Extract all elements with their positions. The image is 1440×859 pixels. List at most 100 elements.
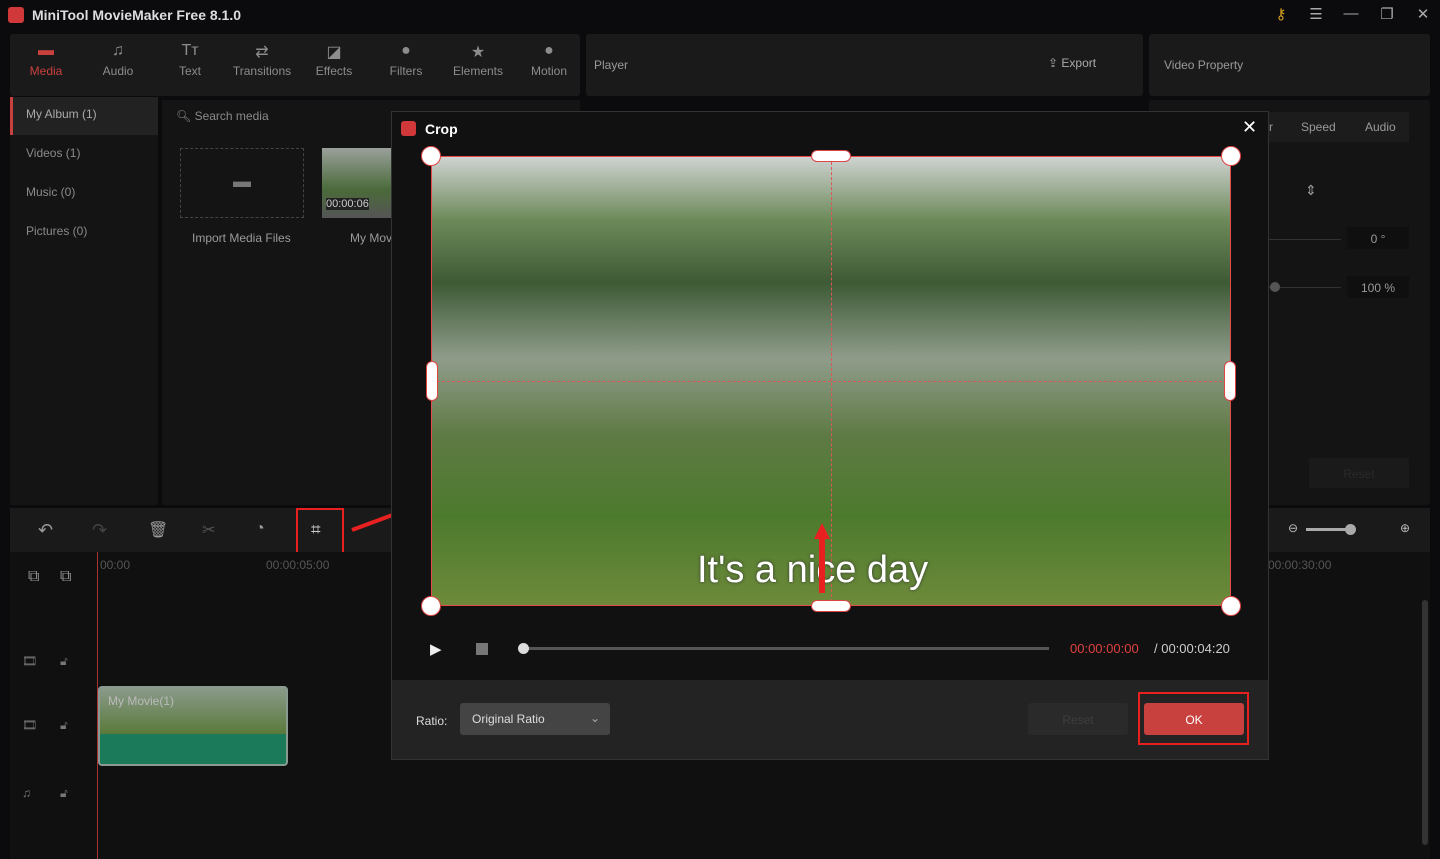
timeline-scrollbar[interactable] (1422, 600, 1428, 845)
video-track-icon: 🎞︎ (22, 718, 38, 732)
ratio-select[interactable]: Original Ratio ⌄ (460, 703, 610, 735)
minimize-icon[interactable]: — (1340, 5, 1362, 22)
menu-icon[interactable]: ☰ (1305, 5, 1327, 23)
close-icon[interactable]: ✕ (1412, 5, 1434, 23)
player-title: Player (594, 58, 629, 72)
zoom-slider[interactable] (1306, 528, 1350, 531)
progress-thumb[interactable] (518, 643, 529, 654)
music-icon: ♫ (112, 42, 124, 59)
crop-handle-bottom-right[interactable] (1221, 596, 1241, 616)
scale-value[interactable]: 100 % (1347, 276, 1409, 298)
app-title: MiniTool MovieMaker Free 8.1.0 (32, 7, 242, 23)
rotation-value[interactable]: 0 ° (1347, 227, 1409, 249)
stop-icon[interactable] (476, 643, 488, 655)
reset-button[interactable]: Reset (1028, 703, 1128, 735)
video-track-icon: 🎞︎ (22, 654, 38, 668)
speed-icon[interactable]: ◔ (255, 520, 265, 538)
tab-audio[interactable]: ♫ Audio (83, 42, 153, 78)
export-icon: ⇪ (1048, 56, 1059, 70)
play-icon[interactable]: ▶ (430, 640, 442, 658)
timeline-clip[interactable]: My Movie(1) (98, 686, 288, 766)
ok-button[interactable]: OK (1144, 703, 1244, 735)
effects-icon: ◪ (326, 44, 342, 61)
motion-icon: ● (544, 42, 554, 59)
tab-transitions[interactable]: ⇄ Transitions (227, 42, 297, 78)
media-clip-label: My Movi (350, 231, 395, 245)
app-logo-icon (8, 7, 24, 23)
crop-handle-top[interactable] (811, 150, 851, 162)
export-button[interactable]: ⇪ Export (1048, 56, 1096, 70)
tab-motion[interactable]: ● Motion (514, 42, 584, 78)
crop-handle-bottom-left[interactable] (421, 596, 441, 616)
search-icon: 🔍︎ (176, 109, 192, 123)
import-media-button[interactable]: ▬ (180, 148, 304, 218)
folder-icon: ▬ (233, 171, 251, 191)
timeline-tick: 00:00:05:00 (266, 558, 330, 572)
app-logo-icon (401, 121, 416, 136)
property-reset-button[interactable]: Reset (1309, 458, 1409, 488)
tab-elements[interactable]: ★ Elements (443, 42, 513, 78)
lock-icon[interactable]: 🔓︎ (60, 718, 68, 733)
tab-media[interactable]: ▬ Media (11, 42, 81, 78)
filters-icon: ● (401, 42, 411, 59)
folder-icon: ▬ (38, 42, 54, 59)
delete-icon[interactable]: 🗑︎ (148, 520, 168, 540)
chevron-down-icon: ⌄ (589, 711, 600, 725)
timeline-tick: 00:00:30:00 (1268, 558, 1332, 572)
crop-handle-top-right[interactable] (1221, 146, 1241, 166)
crop-dialog-title: Crop (425, 121, 458, 137)
lock-icon[interactable]: 🔓︎ (60, 654, 68, 669)
split-icon[interactable]: ✂ (202, 520, 215, 540)
sidebar-item-videos[interactable]: Videos (1) (10, 136, 158, 174)
remove-track-icon[interactable]: ⧉ (60, 568, 71, 586)
tab-effects[interactable]: ◪ Effects (299, 42, 369, 78)
tab-filters[interactable]: ● Filters (371, 42, 441, 78)
key-icon[interactable]: ⚷ (1270, 5, 1292, 23)
crop-handle-right[interactable] (1224, 361, 1236, 401)
sidebar-item-pictures[interactable]: Pictures (0) (10, 214, 158, 252)
crop-handle-left[interactable] (426, 361, 438, 401)
maximize-icon[interactable]: ❐ (1376, 5, 1398, 23)
music-track-icon: ♫ (22, 786, 31, 800)
crop-guide (831, 157, 832, 607)
sidebar-item-my-album[interactable]: My Album (1) (10, 97, 158, 135)
crop-guide (432, 381, 1232, 382)
crop-handle-bottom[interactable] (811, 600, 851, 612)
transitions-icon: ⇄ (255, 44, 269, 61)
lock-icon[interactable]: 🔓︎ (60, 786, 68, 801)
flip-vertical-icon[interactable]: ⇕ (1305, 182, 1317, 199)
property-tab-speed[interactable]: Speed (1301, 120, 1336, 134)
redo-icon[interactable]: ↷ (92, 520, 107, 541)
import-media-label: Import Media Files (192, 231, 291, 245)
current-time: 00:00:00:00 (1070, 641, 1139, 656)
elements-icon: ★ (470, 44, 486, 61)
crop-button[interactable]: ⌗ (296, 508, 344, 554)
text-icon: Tт (181, 42, 199, 59)
ratio-label: Ratio: (416, 714, 448, 728)
zoom-slider-thumb[interactable] (1345, 524, 1356, 535)
annotation-arrow (814, 523, 830, 593)
crop-video-preview[interactable]: It's a nice day (431, 156, 1232, 607)
scale-slider-thumb[interactable] (1270, 282, 1280, 292)
zoom-in-icon[interactable]: ⊕ (1400, 521, 1410, 535)
clip-duration: 00:00:06 (326, 198, 369, 210)
add-track-icon[interactable]: ⧉ (28, 568, 39, 586)
property-tab-color[interactable]: r (1269, 120, 1273, 134)
progress-bar[interactable] (523, 647, 1049, 650)
rotation-slider[interactable] (1269, 239, 1341, 240)
crop-icon: ⌗ (311, 520, 321, 539)
tab-text[interactable]: Tт Text (155, 42, 225, 78)
sidebar-item-music[interactable]: Music (0) (10, 175, 158, 213)
timeline-clip-label: My Movie(1) (108, 694, 175, 708)
undo-icon[interactable]: ↶ (38, 520, 53, 541)
crop-footer: Ratio: Original Ratio ⌄ Reset OK (392, 680, 1268, 759)
property-tab-audio[interactable]: Audio (1365, 120, 1396, 134)
media-clip-thumbnail[interactable]: 00:00:06 (322, 148, 392, 218)
timeline-tick: 00:00 (100, 558, 131, 572)
zoom-out-icon[interactable]: ⊖ (1288, 521, 1298, 535)
total-time: / 00:00:04:20 (1154, 641, 1230, 656)
player-header: Player ⇪ Export (586, 34, 1143, 96)
close-icon[interactable]: ✕ (1242, 117, 1257, 138)
search-media-input[interactable]: 🔍︎ Search media (176, 109, 269, 123)
crop-handle-top-left[interactable] (421, 146, 441, 166)
